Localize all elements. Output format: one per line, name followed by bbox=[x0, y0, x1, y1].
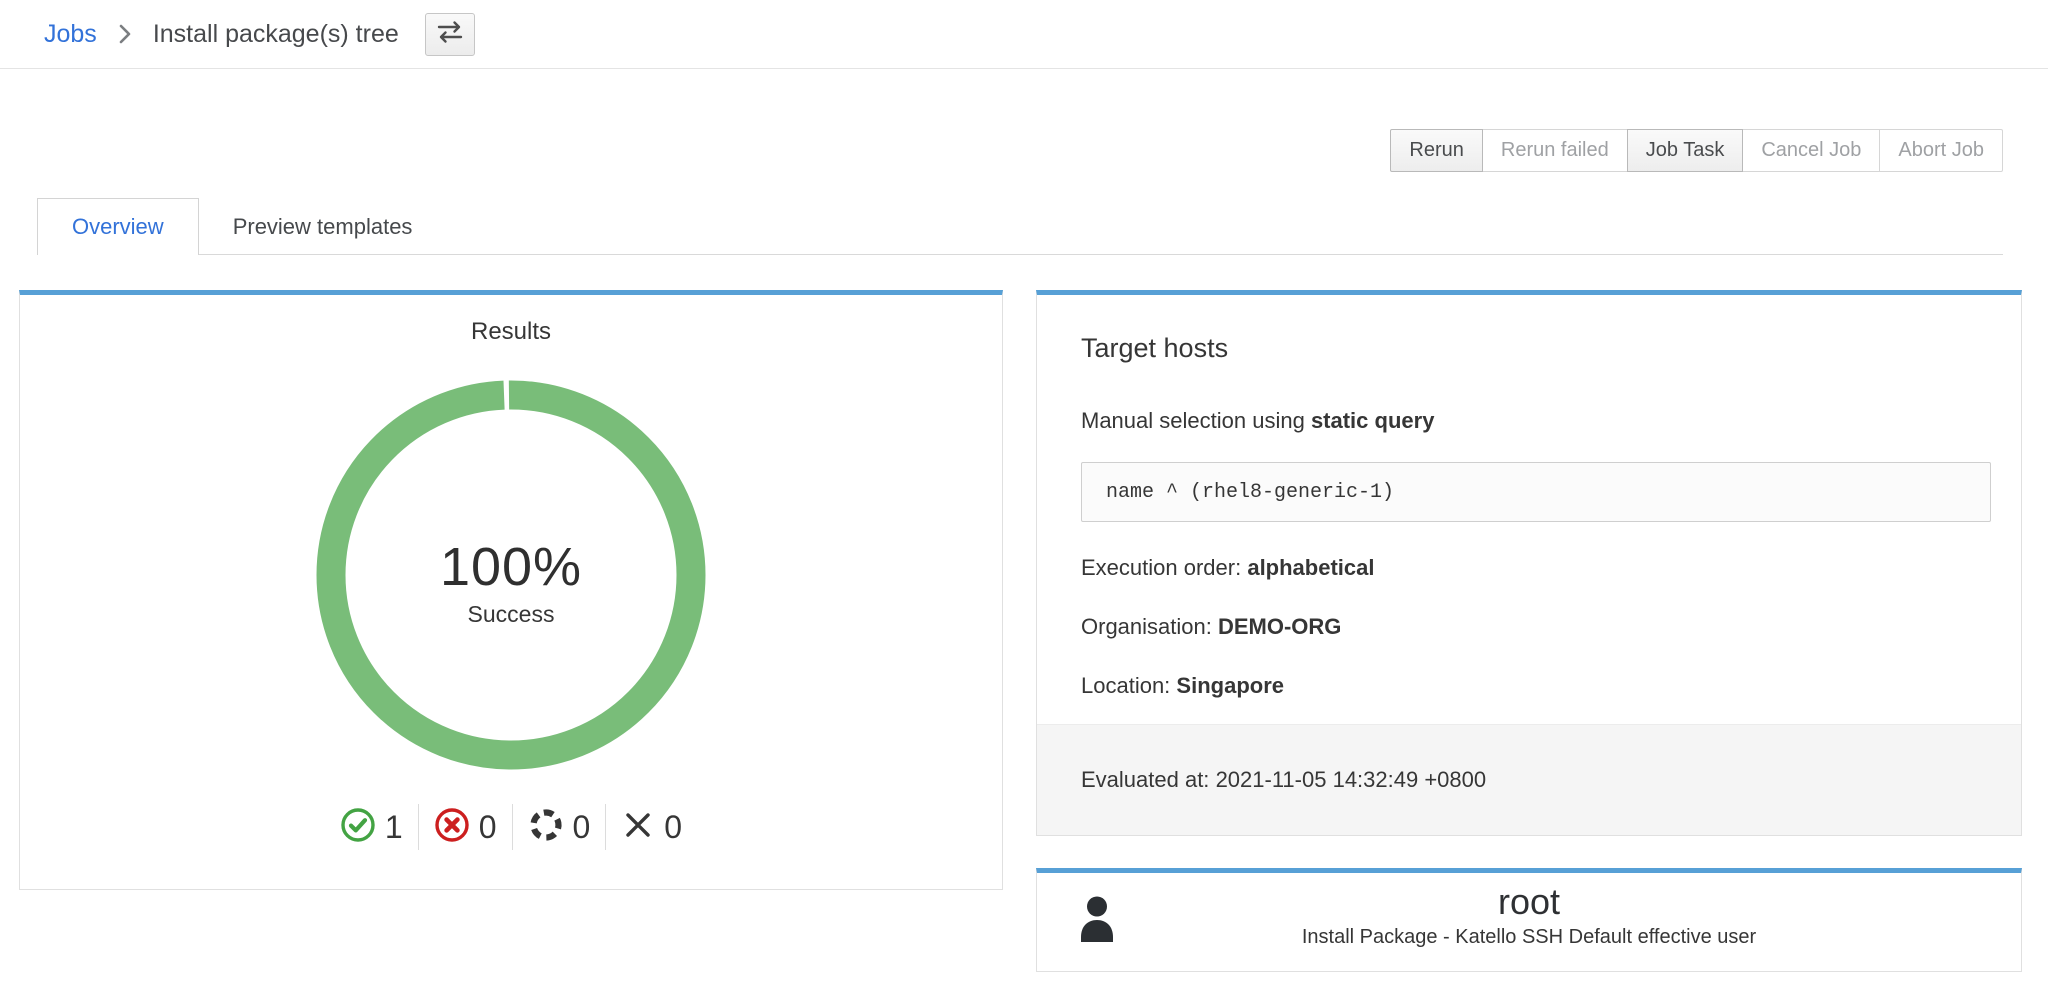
results-panel: Results 100% Success 1 bbox=[19, 290, 1003, 890]
execution-order-row: Execution order: alphabetical bbox=[1081, 555, 1991, 581]
target-hosts-panel: Target hosts Manual selection using stat… bbox=[1036, 290, 2022, 836]
selection-mode: static query bbox=[1311, 408, 1435, 433]
donut-center-text: 100% Success bbox=[316, 380, 706, 770]
page-title: Install package(s) tree bbox=[153, 20, 399, 49]
selection-prefix: Manual selection using bbox=[1081, 408, 1305, 433]
location-row: Location: Singapore bbox=[1081, 673, 1991, 699]
rerun-button[interactable]: Rerun bbox=[1390, 129, 1482, 172]
effective-user-description: Install Package - Katello SSH Default ef… bbox=[1037, 926, 2021, 949]
organisation-value: DEMO-ORG bbox=[1218, 614, 1341, 639]
job-details-page: Jobs Install package(s) tree Rerun Rerun… bbox=[0, 0, 2048, 991]
pending-count: 0 bbox=[573, 809, 591, 846]
donut-percent-label: 100% bbox=[440, 536, 582, 598]
success-count: 1 bbox=[385, 809, 403, 846]
results-legend: 1 0 0 bbox=[20, 803, 1002, 851]
search-query-input: name ^ (rhel8-generic-1) bbox=[1081, 462, 1991, 522]
results-donut-chart: 100% Success bbox=[316, 380, 706, 770]
person-icon bbox=[1079, 896, 1115, 948]
organisation-label: Organisation: bbox=[1081, 614, 1212, 639]
job-actions-toolbar: Rerun Rerun failed Job Task Cancel Job A… bbox=[1390, 129, 2003, 172]
breadcrumb-separator-icon bbox=[119, 24, 131, 44]
tab-preview-templates[interactable]: Preview templates bbox=[199, 198, 447, 255]
legend-divider bbox=[605, 804, 606, 850]
donut-status-label: Success bbox=[468, 601, 555, 628]
failed-x-circle-icon bbox=[434, 807, 470, 848]
tab-overview[interactable]: Overview bbox=[37, 198, 199, 255]
cancelled-x-icon bbox=[621, 808, 655, 847]
search-query-value: name ^ (rhel8-generic-1) bbox=[1106, 481, 1394, 504]
legend-divider bbox=[512, 804, 513, 850]
legend-item-pending: 0 bbox=[528, 807, 591, 848]
effective-user-name: root bbox=[1037, 881, 2021, 923]
results-panel-title: Results bbox=[20, 318, 1002, 346]
abort-job-button: Abort Job bbox=[1879, 129, 2003, 172]
cancelled-count: 0 bbox=[664, 809, 682, 846]
organisation-row: Organisation: DEMO-ORG bbox=[1081, 614, 1991, 640]
success-check-circle-icon bbox=[340, 807, 376, 848]
legend-divider bbox=[418, 804, 419, 850]
target-hosts-title: Target hosts bbox=[1081, 333, 1991, 364]
rerun-failed-button: Rerun failed bbox=[1482, 129, 1628, 172]
legend-item-success: 1 bbox=[340, 807, 403, 848]
swap-horizontal-icon bbox=[436, 20, 464, 49]
cancel-job-button: Cancel Job bbox=[1742, 129, 1880, 172]
legend-item-failed: 0 bbox=[434, 807, 497, 848]
tab-bar: Overview Preview templates bbox=[37, 198, 2003, 255]
selection-mode-text: Manual selection using static query bbox=[1081, 408, 1991, 434]
evaluated-at-value: 2021-11-05 14:32:49 +0800 bbox=[1216, 767, 1487, 793]
breadcrumb: Jobs Install package(s) tree bbox=[0, 0, 2048, 69]
legend-item-cancelled: 0 bbox=[621, 808, 682, 847]
failed-count: 0 bbox=[479, 809, 497, 846]
location-label: Location: bbox=[1081, 673, 1170, 698]
pending-spinner-icon bbox=[528, 807, 564, 848]
job-switcher-button[interactable] bbox=[425, 13, 475, 56]
job-task-button[interactable]: Job Task bbox=[1627, 129, 1744, 172]
breadcrumb-jobs-link[interactable]: Jobs bbox=[44, 20, 97, 49]
evaluated-at-footer: Evaluated at: 2021-11-05 14:32:49 +0800 bbox=[1037, 724, 2021, 835]
evaluated-at-label: Evaluated at: bbox=[1081, 767, 1209, 793]
execution-order-label: Execution order: bbox=[1081, 555, 1241, 580]
effective-user-card: root Install Package - Katello SSH Defau… bbox=[1036, 868, 2022, 972]
execution-order-value: alphabetical bbox=[1247, 555, 1374, 580]
location-value: Singapore bbox=[1176, 673, 1284, 698]
